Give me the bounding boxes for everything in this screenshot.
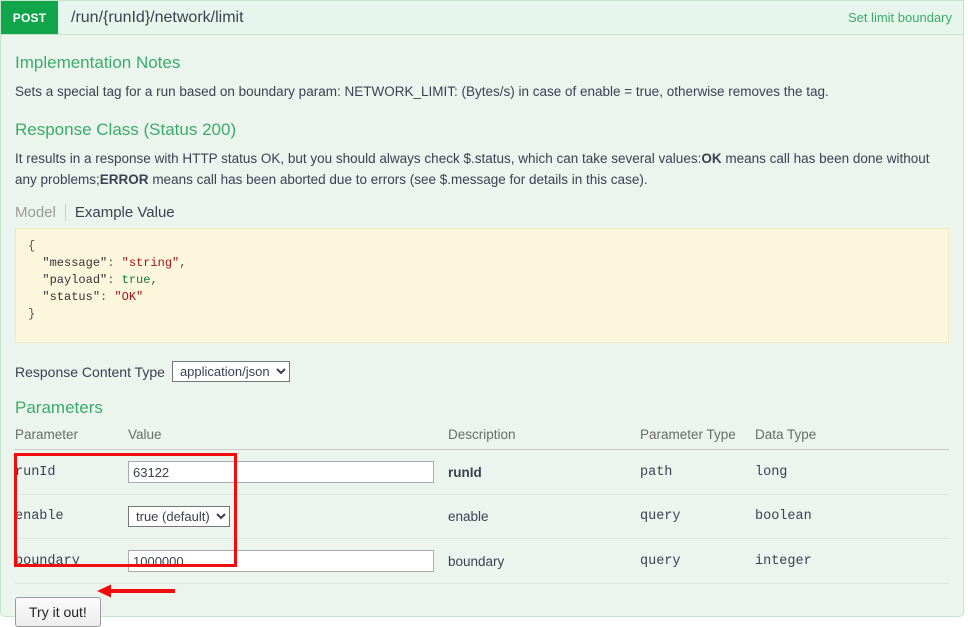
json-sep-1: : [107,273,122,287]
implementation-notes-text: Sets a special tag for a run based on bo… [15,84,829,99]
parameter-type-boundary: query [640,538,755,584]
table-row: enable true (default) false enable query… [15,494,949,539]
json-open-brace: { [28,239,36,253]
response-class-title: Response Class (Status 200) [15,120,237,139]
response-status-error: ERROR [99,172,149,187]
parameter-description-runid: runId [448,449,640,495]
parameter-type-enable: query [640,494,755,539]
implementation-notes-title: Implementation Notes [15,53,181,72]
parameter-name-runid: runId [15,449,128,495]
json-close-brace: } [28,307,36,321]
response-content-type-select[interactable]: application/json [171,361,290,382]
tab-model[interactable]: Model [15,204,65,221]
enable-select[interactable]: true (default) false [128,506,230,527]
data-type-enable: boolean [755,494,949,539]
parameter-name-boundary: boundary [15,538,128,584]
boundary-input[interactable] [128,550,434,572]
column-header-value: Value [128,427,448,450]
parameter-value-cell-enable: true (default) false [128,494,448,539]
column-header-parameter: Parameter [15,427,128,450]
column-header-parameter-type: Parameter Type [640,427,755,450]
response-content-type-label: Response Content Type [15,363,165,380]
table-row: boundary boundary query integer [15,538,949,584]
submit-row: Try it out! [15,597,949,627]
parameter-value-cell-runid [128,449,448,495]
json-comma-0: , [179,256,187,270]
parameter-type-runid: path [640,449,755,495]
parameter-description-boundary: boundary [448,538,640,584]
json-value-status: "OK" [114,290,144,304]
api-operation-panel: POST /run/{runId}/network/limit Set limi… [0,0,964,627]
json-comma-1: , [150,273,158,287]
operation-body: Implementation Notes Sets a special tag … [1,53,963,627]
data-type-boundary: integer [755,538,949,584]
column-header-data-type: Data Type [755,427,949,450]
response-status-ok: OK [701,151,722,166]
try-it-out-button[interactable]: Try it out! [15,597,101,627]
parameters-title: Parameters [15,398,103,417]
http-method-badge: POST [1,1,58,34]
parameter-value-cell-boundary [128,538,448,584]
json-key-status: "status" [42,290,101,304]
operation-heading[interactable]: POST /run/{runId}/network/limit Set limi… [1,1,963,35]
json-value-payload: true [121,273,151,287]
runid-input[interactable] [128,461,434,483]
parameters-table: Parameter Value Description Parameter Ty… [15,427,949,584]
example-value-code-block: { "message": "string", "payload": true, … [15,228,949,343]
json-key-payload: "payload" [42,273,108,287]
operation-path: /run/{runId}/network/limit [71,8,244,26]
parameter-name-enable: enable [15,494,128,539]
response-class-text: It results in a response with HTTP statu… [15,148,949,190]
json-sep-2: : [100,290,115,304]
parameters-header-row: Parameter Value Description Parameter Ty… [15,427,949,450]
table-row: runId runId path long [15,449,949,495]
json-value-message: "string" [121,256,180,270]
operation-summary-link[interactable]: Set limit boundary [848,10,952,25]
parameter-description-enable: enable [448,494,640,539]
json-sep-0: : [107,256,122,270]
json-key-message: "message" [42,256,108,270]
tab-example-value[interactable]: Example Value [64,204,184,221]
model-tabs: Model Example Value [15,204,949,221]
column-header-description: Description [448,427,640,450]
data-type-runid: long [755,449,949,495]
response-class-text-part3: means call has been aborted due to error… [148,172,648,187]
response-content-type-row: Response Content Type application/json [15,361,949,382]
response-class-text-part1: It results in a response with HTTP statu… [15,151,702,166]
